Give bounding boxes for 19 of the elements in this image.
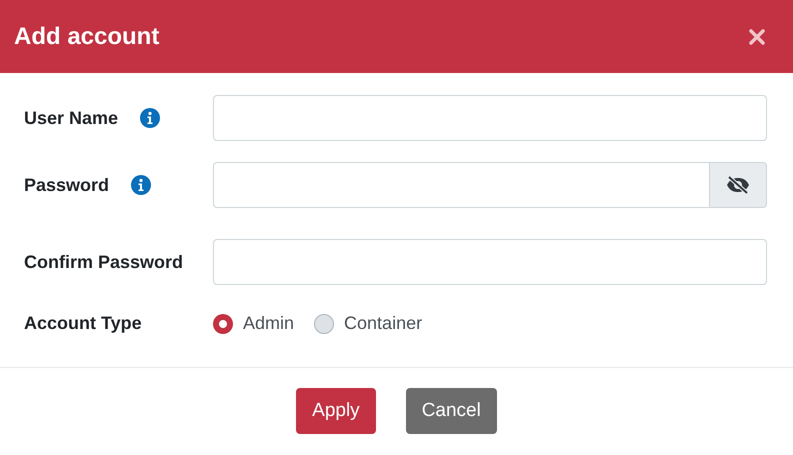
field-label: Account Type	[24, 312, 142, 335]
info-icon[interactable]	[140, 108, 160, 128]
radio-label: Admin	[243, 312, 294, 335]
field-label: Password	[24, 174, 110, 196]
radio-button[interactable]	[213, 314, 233, 334]
apply-button[interactable]: Apply	[296, 388, 376, 434]
radio-button[interactable]	[314, 314, 334, 334]
field-label: User Name	[24, 106, 118, 130]
field-label: Confirm Password	[24, 250, 184, 274]
dialog-title: Add account	[14, 22, 160, 52]
input-field[interactable]	[213, 95, 767, 141]
show-password-button[interactable]	[710, 162, 767, 208]
password-field[interactable]	[213, 162, 710, 208]
radio-label: Container	[344, 312, 422, 335]
eye-slash-icon	[726, 176, 750, 194]
close-icon[interactable]	[749, 28, 765, 44]
info-icon[interactable]	[131, 175, 152, 195]
cancel-button[interactable]: Cancel	[406, 388, 497, 434]
input-field[interactable]	[213, 239, 767, 285]
